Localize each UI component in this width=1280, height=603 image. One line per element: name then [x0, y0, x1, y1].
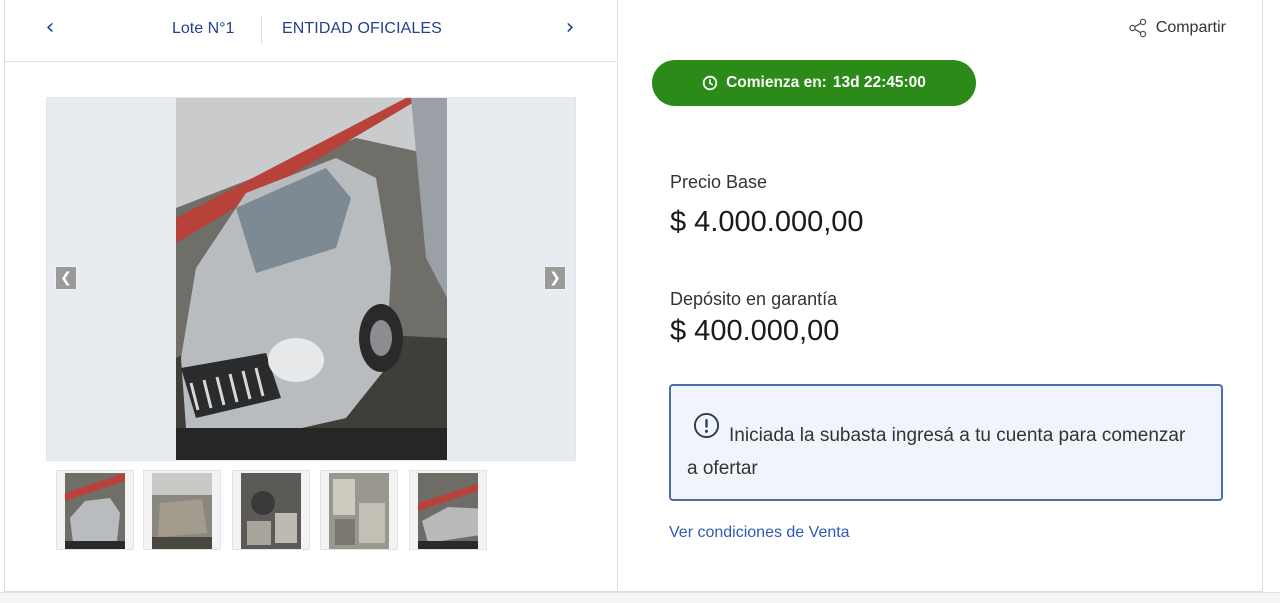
share-icon — [1129, 18, 1147, 38]
gallery-next-icon[interactable]: ❯ — [544, 266, 566, 290]
thumbnail-strip — [56, 470, 496, 550]
thumbnail[interactable] — [143, 470, 221, 550]
base-price-label: Precio Base — [670, 172, 768, 192]
share-button[interactable]: Compartir — [1128, 18, 1226, 38]
thumbnail[interactable] — [232, 470, 310, 550]
chevron-right-icon[interactable]: › — [558, 14, 582, 42]
lot-detail-card: ‹ Lote N°1 ENTIDAD OFICIALES › ❮ ❯ Compa… — [4, 0, 1263, 592]
countdown-badge: Comienza en: 13d 22:45:00 — [652, 60, 976, 106]
photo-gallery: ❮ ❯ — [46, 97, 576, 461]
nav-divider — [261, 16, 262, 44]
countdown-prefix: Comienza en: — [726, 74, 827, 91]
thumbnail[interactable] — [56, 470, 134, 550]
entity-name[interactable]: ENTIDAD OFICIALES — [282, 20, 442, 38]
notice-text: Iniciada la subasta ingresá a tu cuenta … — [687, 425, 1186, 479]
deposit-value: $ 400.000,00 — [670, 315, 840, 347]
sale-conditions-link[interactable]: Ver condiciones de Venta — [669, 524, 850, 542]
auction-notice: Iniciada la subasta ingresá a tu cuenta … — [669, 384, 1223, 501]
countdown-value: 13d 22:45:00 — [832, 74, 926, 91]
lot-navigation: ‹ Lote N°1 ENTIDAD OFICIALES › — [5, 0, 617, 62]
deposit-label: Depósito en garantía — [670, 289, 838, 309]
page-bottom-strip — [0, 592, 1280, 603]
share-label: Compartir — [1155, 19, 1226, 36]
base-price-value: $ 4.000.000,00 — [670, 206, 864, 238]
thumbnail[interactable] — [409, 470, 487, 550]
chevron-left-icon[interactable]: ‹ — [38, 14, 62, 42]
panel-divider — [617, 0, 618, 592]
clock-icon — [702, 75, 718, 91]
main-vehicle-photo[interactable] — [176, 98, 447, 460]
gallery-prev-icon[interactable]: ❮ — [55, 266, 77, 290]
lot-number: Lote N°1 — [172, 20, 235, 37]
thumbnail[interactable] — [320, 470, 398, 550]
